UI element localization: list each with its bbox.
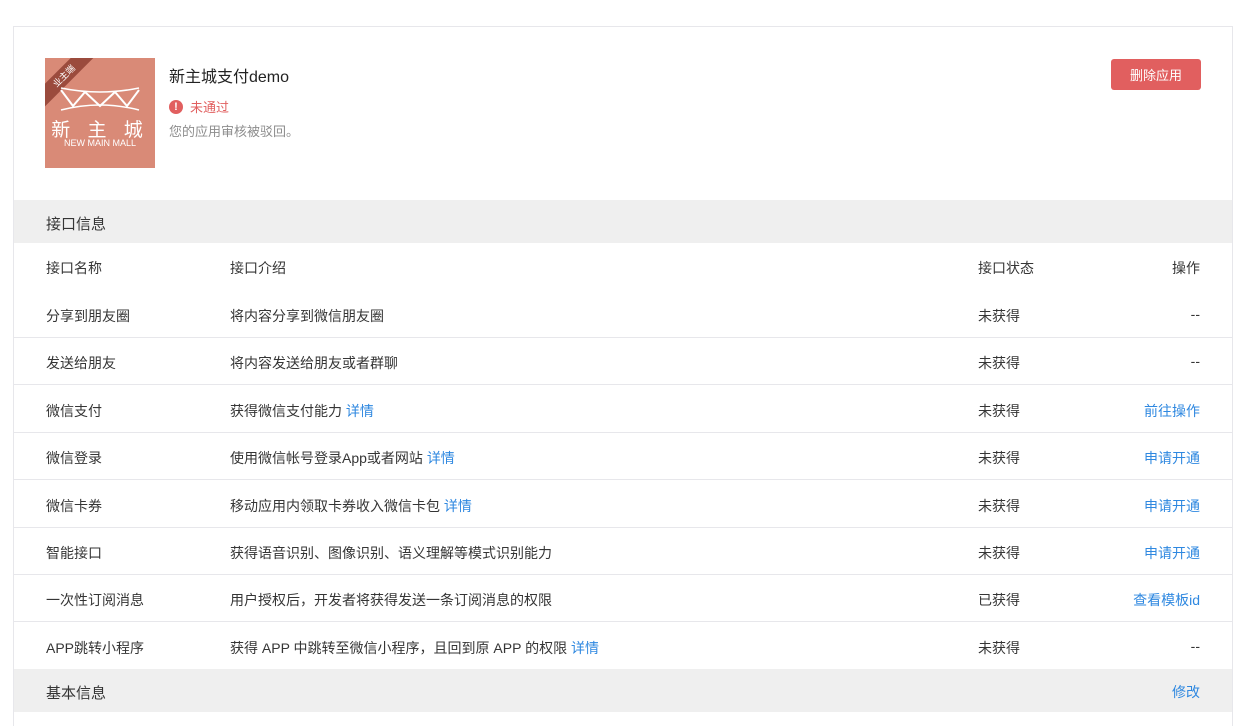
api-name: 微信卡券 [46,497,102,514]
api-status: 未获得 [978,402,1020,419]
api-desc: 使用微信帐号登录App或者网站 详情 [230,448,455,468]
api-desc-text: 移动应用内领取卡券收入微信卡包 [230,497,440,514]
table-row: APP跳转小程序 获得 APP 中跳转至微信小程序，且回到原 APP 的权限 详情… [14,623,1232,670]
table-row: 分享到朋友圈 将内容分享到微信朋友圈 未获得 -- [14,291,1232,338]
api-name: 分享到朋友圈 [46,308,130,324]
status-text: 未通过 [190,100,230,115]
api-desc: 移动应用内领取卡券收入微信卡包 详情 [230,496,472,516]
op-placeholder: -- [1190,637,1200,654]
op-placeholder: -- [1190,306,1200,322]
detail-link[interactable]: 详情 [427,450,455,466]
api-desc-text: 将内容分享到微信朋友圈 [230,308,384,324]
app-logo: 业主端 新 主 城 NEW MAIN MALL [45,58,155,168]
table-row: 微信登录 使用微信帐号登录App或者网站 详情 未获得 申请开通 [14,433,1232,481]
op-link[interactable]: 申请开通 [1144,448,1200,468]
delete-app-button[interactable]: 删除应用 [1111,59,1201,90]
api-desc-text: 用户授权后，开发者将获得发送一条订阅消息的权限 [230,592,552,609]
api-desc: 获得微信支付能力 详情 [230,401,374,421]
api-status: 未获得 [978,639,1020,656]
op-link[interactable]: 申请开通 [1144,543,1200,563]
api-status: 已获得 [978,592,1020,609]
app-detail-card: 业主端 新 主 城 NEW MAIN MALL 新主城支付demo ! 未通过 … [13,26,1233,726]
api-name: 微信支付 [46,402,102,419]
table-row: 发送给朋友 将内容发送给朋友或者群聊 未获得 -- [14,338,1232,386]
api-desc-text: 使用微信帐号登录App或者网站 [230,450,423,467]
api-desc: 获得 APP 中跳转至微信小程序，且回到原 APP 的权限 详情 [230,638,599,658]
api-name: APP跳转小程序 [46,639,145,656]
review-status: ! 未通过 [169,97,229,116]
op-placeholder: -- [1190,353,1200,370]
table-row: 一次性订阅消息 用户授权后，开发者将获得发送一条订阅消息的权限 已获得 查看模板id [14,575,1232,623]
api-table-header: 接口名称 接口介绍 接口状态 操作 [14,244,1232,291]
api-name: 智能接口 [46,545,102,561]
api-status: 未获得 [978,308,1020,324]
api-name: 微信登录 [46,450,102,467]
op-link[interactable]: 查看模板id [1133,590,1200,610]
op-link[interactable]: 申请开通 [1144,496,1200,516]
detail-link[interactable]: 详情 [571,640,599,656]
edit-basic-link[interactable]: 修改 [1172,682,1200,702]
api-status: 未获得 [978,545,1020,561]
detail-link[interactable]: 详情 [444,498,472,514]
api-name: 发送给朋友 [46,355,116,372]
app-header: 业主端 新 主 城 NEW MAIN MALL 新主城支付demo ! 未通过 … [14,27,1232,200]
api-desc: 获得语音识别、图像识别、语义理解等模式识别能力 [230,543,552,563]
logo-mark-icon [60,87,140,111]
api-section-header: 接口信息 [14,200,1232,243]
op-link[interactable]: 前往操作 [1144,401,1200,421]
api-desc: 用户授权后，开发者将获得发送一条订阅消息的权限 [230,590,552,610]
warning-icon: ! [169,99,183,114]
table-row: 微信支付 获得微信支付能力 详情 未获得 前往操作 [14,386,1232,433]
api-desc-text: 获得微信支付能力 [230,402,342,419]
api-desc: 将内容分享到微信朋友圈 [230,306,384,326]
api-status: 未获得 [978,355,1020,372]
header-name: 接口名称 [46,260,102,276]
api-desc: 将内容发送给朋友或者群聊 [230,353,398,373]
api-name: 一次性订阅消息 [46,592,144,609]
api-desc-text: 获得 APP 中跳转至微信小程序，且回到原 APP 的权限 [230,639,568,656]
logo-en-text: NEW MAIN MALL [63,138,136,148]
table-row: 微信卡券 移动应用内领取卡券收入微信卡包 详情 未获得 申请开通 [14,481,1232,528]
api-status: 未获得 [978,450,1020,467]
header-status: 接口状态 [978,260,1034,276]
header-op: 操作 [1172,260,1200,276]
basic-section-title: 基本信息 [46,685,107,702]
api-desc-text: 将内容发送给朋友或者群聊 [230,355,398,372]
basic-section-header: 基本信息 修改 [14,669,1232,712]
api-section-title: 接口信息 [46,216,107,233]
header-desc: 接口介绍 [230,260,286,276]
status-description: 您的应用审核被驳回。 [169,124,300,139]
app-name: 新主城支付demo [169,69,290,86]
api-status: 未获得 [978,497,1020,514]
api-desc-text: 获得语音识别、图像识别、语义理解等模式识别能力 [230,545,552,561]
detail-link[interactable]: 详情 [346,403,374,419]
table-row: 智能接口 获得语音识别、图像识别、语义理解等模式识别能力 未获得 申请开通 [14,528,1232,575]
